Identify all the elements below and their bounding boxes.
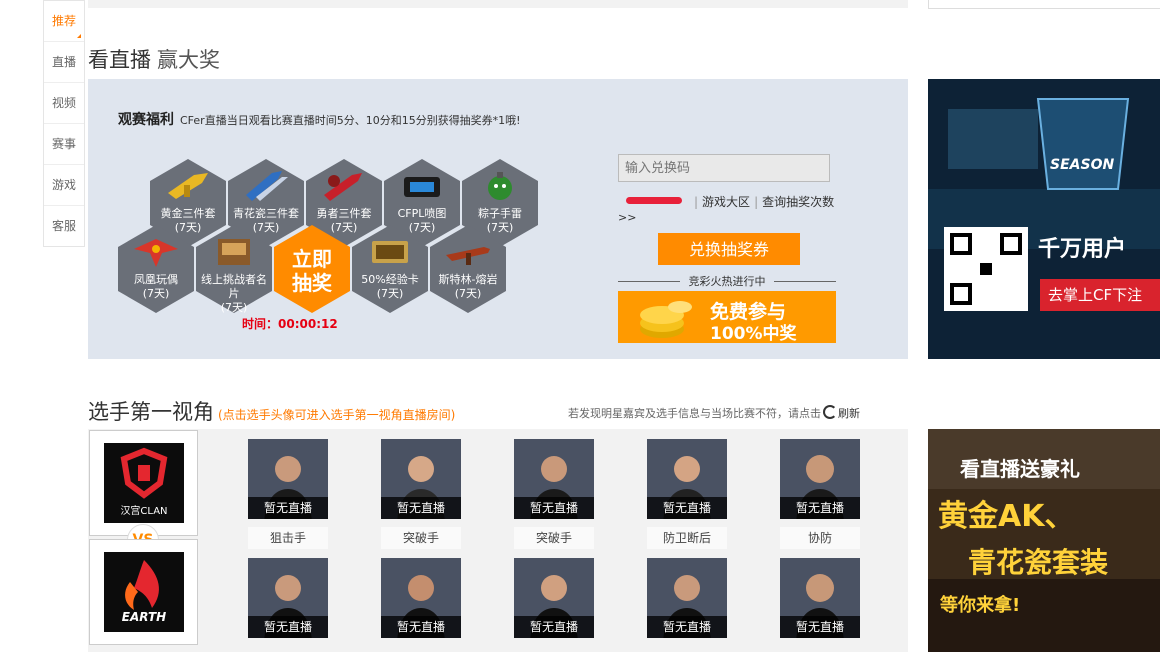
player-card-t2-3[interactable]: 暂无直播 [514, 558, 594, 638]
top-content-strip [88, 0, 908, 8]
player-card-t2-4[interactable]: 暂无直播 [647, 558, 727, 638]
exchange-ticket-button[interactable]: 兑换抽奖券 [658, 233, 800, 265]
draw-timer: 时间：00:00:12 [242, 317, 338, 331]
ad-users-text: 千万用户 [1038, 237, 1127, 262]
nav-item-recommend[interactable]: 推荐 [44, 1, 84, 42]
section-title-main: 看直播 [88, 48, 151, 72]
prize-challenger-card[interactable]: 线上挑战者名片 (7天) [196, 225, 272, 314]
team-logo-earth: EARTH [104, 552, 184, 632]
welfare-panel: 观赛福利 CFer直播当日观看比赛直播时间5分、10分和15分别获得抽奖券*1哦!… [88, 79, 908, 359]
link-game-lobby[interactable]: 游戏大区 [702, 195, 750, 209]
refresh-icon[interactable] [823, 405, 837, 419]
player-view-title: 选手第一视角 [88, 400, 214, 424]
player-card-t1-3[interactable]: 暂无直播 [514, 439, 594, 519]
player-card-t1-5[interactable]: 暂无直播 [780, 439, 860, 519]
side-nav: 推荐 直播 视频 赛事 游戏 客服 [43, 0, 85, 247]
role-label-4: 防卫断后 [647, 527, 727, 549]
redeem-code-input[interactable] [618, 154, 830, 182]
draw-now-button[interactable]: 立即 抽奖 [274, 225, 350, 313]
prize-exp-card[interactable]: 50%经验卡 (7天) [352, 225, 428, 313]
nav-item-events[interactable]: 赛事 [44, 124, 84, 165]
welfare-description: CFer直播当日观看比赛直播时间5分、10分和15分别获得抽奖券*1哦! [180, 114, 521, 127]
ad-come-get: 等你来拿! [940, 595, 1021, 616]
player-card-t2-1[interactable]: 暂无直播 [248, 558, 328, 638]
ad-banner-season[interactable]: SEASON 千万用户 去掌上CF下注 [928, 79, 1160, 359]
refresh-link[interactable]: 刷新 [838, 407, 860, 420]
ad-gold-ak: 黄金AK、 [938, 499, 1075, 534]
account-links: | 游戏大区 | 查询抽奖次数 [694, 195, 835, 209]
refresh-notice: 若发现明星嘉宾及选手信息与当场比赛不符，请点击 刷新 [568, 405, 860, 420]
ad-season-text: SEASON [1050, 157, 1115, 173]
brave-gun-icon [324, 173, 362, 201]
prize-phoenix-doll[interactable]: 凤凰玩偶 (7天) [118, 225, 194, 313]
prize-sterling-lava[interactable]: 斯特林-熔岩 (7天) [430, 225, 506, 313]
grenade-icon [488, 172, 512, 200]
section-title-watch-live: 看直播 赢大奖 [88, 44, 220, 74]
team-box-top[interactable]: 汉宫CLAN [89, 430, 198, 536]
player-card-t2-2[interactable]: 暂无直播 [381, 558, 461, 638]
ad-banner-gift[interactable]: 看直播送豪礼 黄金AK、 青花瓷套装 等你来拿! [928, 429, 1160, 652]
welfare-header: 观赛福利 CFer直播当日观看比赛直播时间5分、10分和15分别获得抽奖券*1哦! [118, 109, 521, 129]
nav-item-video[interactable]: 视频 [44, 83, 84, 124]
role-label-2: 突破手 [381, 527, 461, 549]
player-card-t2-5[interactable]: 暂无直播 [780, 558, 860, 638]
card-icon [218, 239, 250, 265]
role-label-3: 突破手 [514, 527, 594, 549]
prize-hex-grid: 黄金三件套 (7天) 青花瓷三件套 (7天) 勇者三件套 (7天) CFPL喷图 (7天… [118, 159, 548, 399]
gold-gun-icon [168, 173, 208, 199]
free-join-banner[interactable]: 免费参与 100%中奖 [618, 291, 836, 343]
ad-gift-title: 看直播送豪礼 [960, 457, 1080, 481]
top-right-box [928, 0, 1160, 9]
porcelain-gun-icon [246, 171, 288, 201]
team-box-bottom[interactable]: EARTH [89, 539, 198, 645]
section-title-sub: 赢大奖 [157, 48, 220, 72]
team-logo-hangong: 汉宫CLAN [104, 443, 184, 523]
hot-betting-divider: 竞彩火热进行中 [618, 273, 836, 289]
gold-coins-icon [640, 301, 692, 338]
redacted-username [626, 197, 682, 204]
sterling-gun-icon [446, 247, 490, 265]
ad-porcelain-set: 青花瓷套装 [968, 546, 1109, 579]
section-title-player-view: 选手第一视角 (点击选手头像可进入选手第一视角直播房间) [88, 396, 455, 426]
spray-icon [404, 177, 440, 197]
nav-item-service[interactable]: 客服 [44, 206, 84, 246]
player-card-t1-4[interactable]: 暂无直播 [647, 439, 727, 519]
player-card-t1-2[interactable]: 暂无直播 [381, 439, 461, 519]
welfare-label: 观赛福利 [118, 112, 174, 128]
player-grid: 汉宫CLAN VS EARTH 暂无直播 暂无直播 暂无直播 暂无直播 暂无直播… [88, 429, 908, 652]
season-ad-art [928, 79, 1160, 359]
exp-card-icon [372, 241, 408, 263]
player-card-t1-1[interactable]: 暂无直播 [248, 439, 328, 519]
free-join-line2: 100%中奖 [710, 324, 797, 343]
link-query-draws[interactable]: 查询抽奖次数 [762, 195, 834, 209]
player-view-note: (点击选手头像可进入选手第一视角直播房间) [218, 408, 456, 422]
phoenix-icon [134, 239, 178, 267]
ad-bet-text: 去掌上CF下注 [1040, 279, 1160, 311]
role-label-1: 狙击手 [248, 527, 328, 549]
qr-code-icon [944, 227, 1028, 311]
nav-item-games[interactable]: 游戏 [44, 165, 84, 206]
more-link[interactable]: >> [618, 211, 636, 224]
role-label-5: 协防 [780, 527, 860, 549]
nav-item-live[interactable]: 直播 [44, 42, 84, 83]
